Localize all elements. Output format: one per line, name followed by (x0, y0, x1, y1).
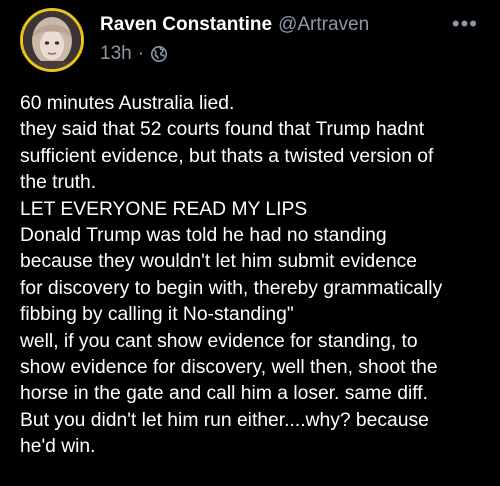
timestamp[interactable]: 13h (100, 42, 132, 66)
post-body-line: for discovery to begin with, thereby gra… (20, 277, 443, 299)
more-options-button[interactable]: ••• (452, 13, 478, 35)
post-body-line: horse in the gate and call him a loser. … (20, 383, 428, 405)
post-body-line: the truth. (20, 172, 97, 194)
post-meta: 13h · (100, 42, 369, 66)
user-handle[interactable]: @Artraven (278, 14, 369, 35)
post-body-line: Donald Trump was told he had no standing (20, 225, 387, 247)
post-body-line: well, if you cant show evidence for stan… (20, 330, 418, 352)
display-name[interactable]: Raven Constantine (100, 14, 272, 35)
globe-icon (150, 45, 168, 63)
profile-photo-icon (23, 11, 81, 69)
post-body-line: LET EVERYONE READ MY LIPS (20, 198, 308, 220)
meta-separator: · (137, 43, 145, 64)
post-body-line: sufficient evidence, but thats a twisted… (20, 145, 434, 167)
post-body-line: fibbing by calling it No-standing" (20, 304, 294, 326)
post-body: 60 minutes Australia lied. they said tha… (20, 91, 490, 461)
post-body-line: But you didn't let him run either....why… (20, 409, 429, 431)
post-body-line: he'd win. (20, 436, 96, 458)
avatar[interactable] (20, 8, 84, 72)
post-header: Raven Constantine @Artraven 13h · (100, 13, 369, 66)
post-body-line: 60 minutes Australia lied. (20, 93, 235, 114)
post-card: Raven Constantine @Artraven 13h · ••• 60 … (0, 0, 500, 486)
post-body-line: they said that 52 courts found that Trum… (20, 119, 425, 141)
author-line: Raven Constantine @Artraven (100, 13, 369, 37)
post-body-line: show evidence for discovery, well then, … (20, 357, 438, 379)
post-body-line: because they wouldn't let him submit evi… (20, 251, 418, 273)
